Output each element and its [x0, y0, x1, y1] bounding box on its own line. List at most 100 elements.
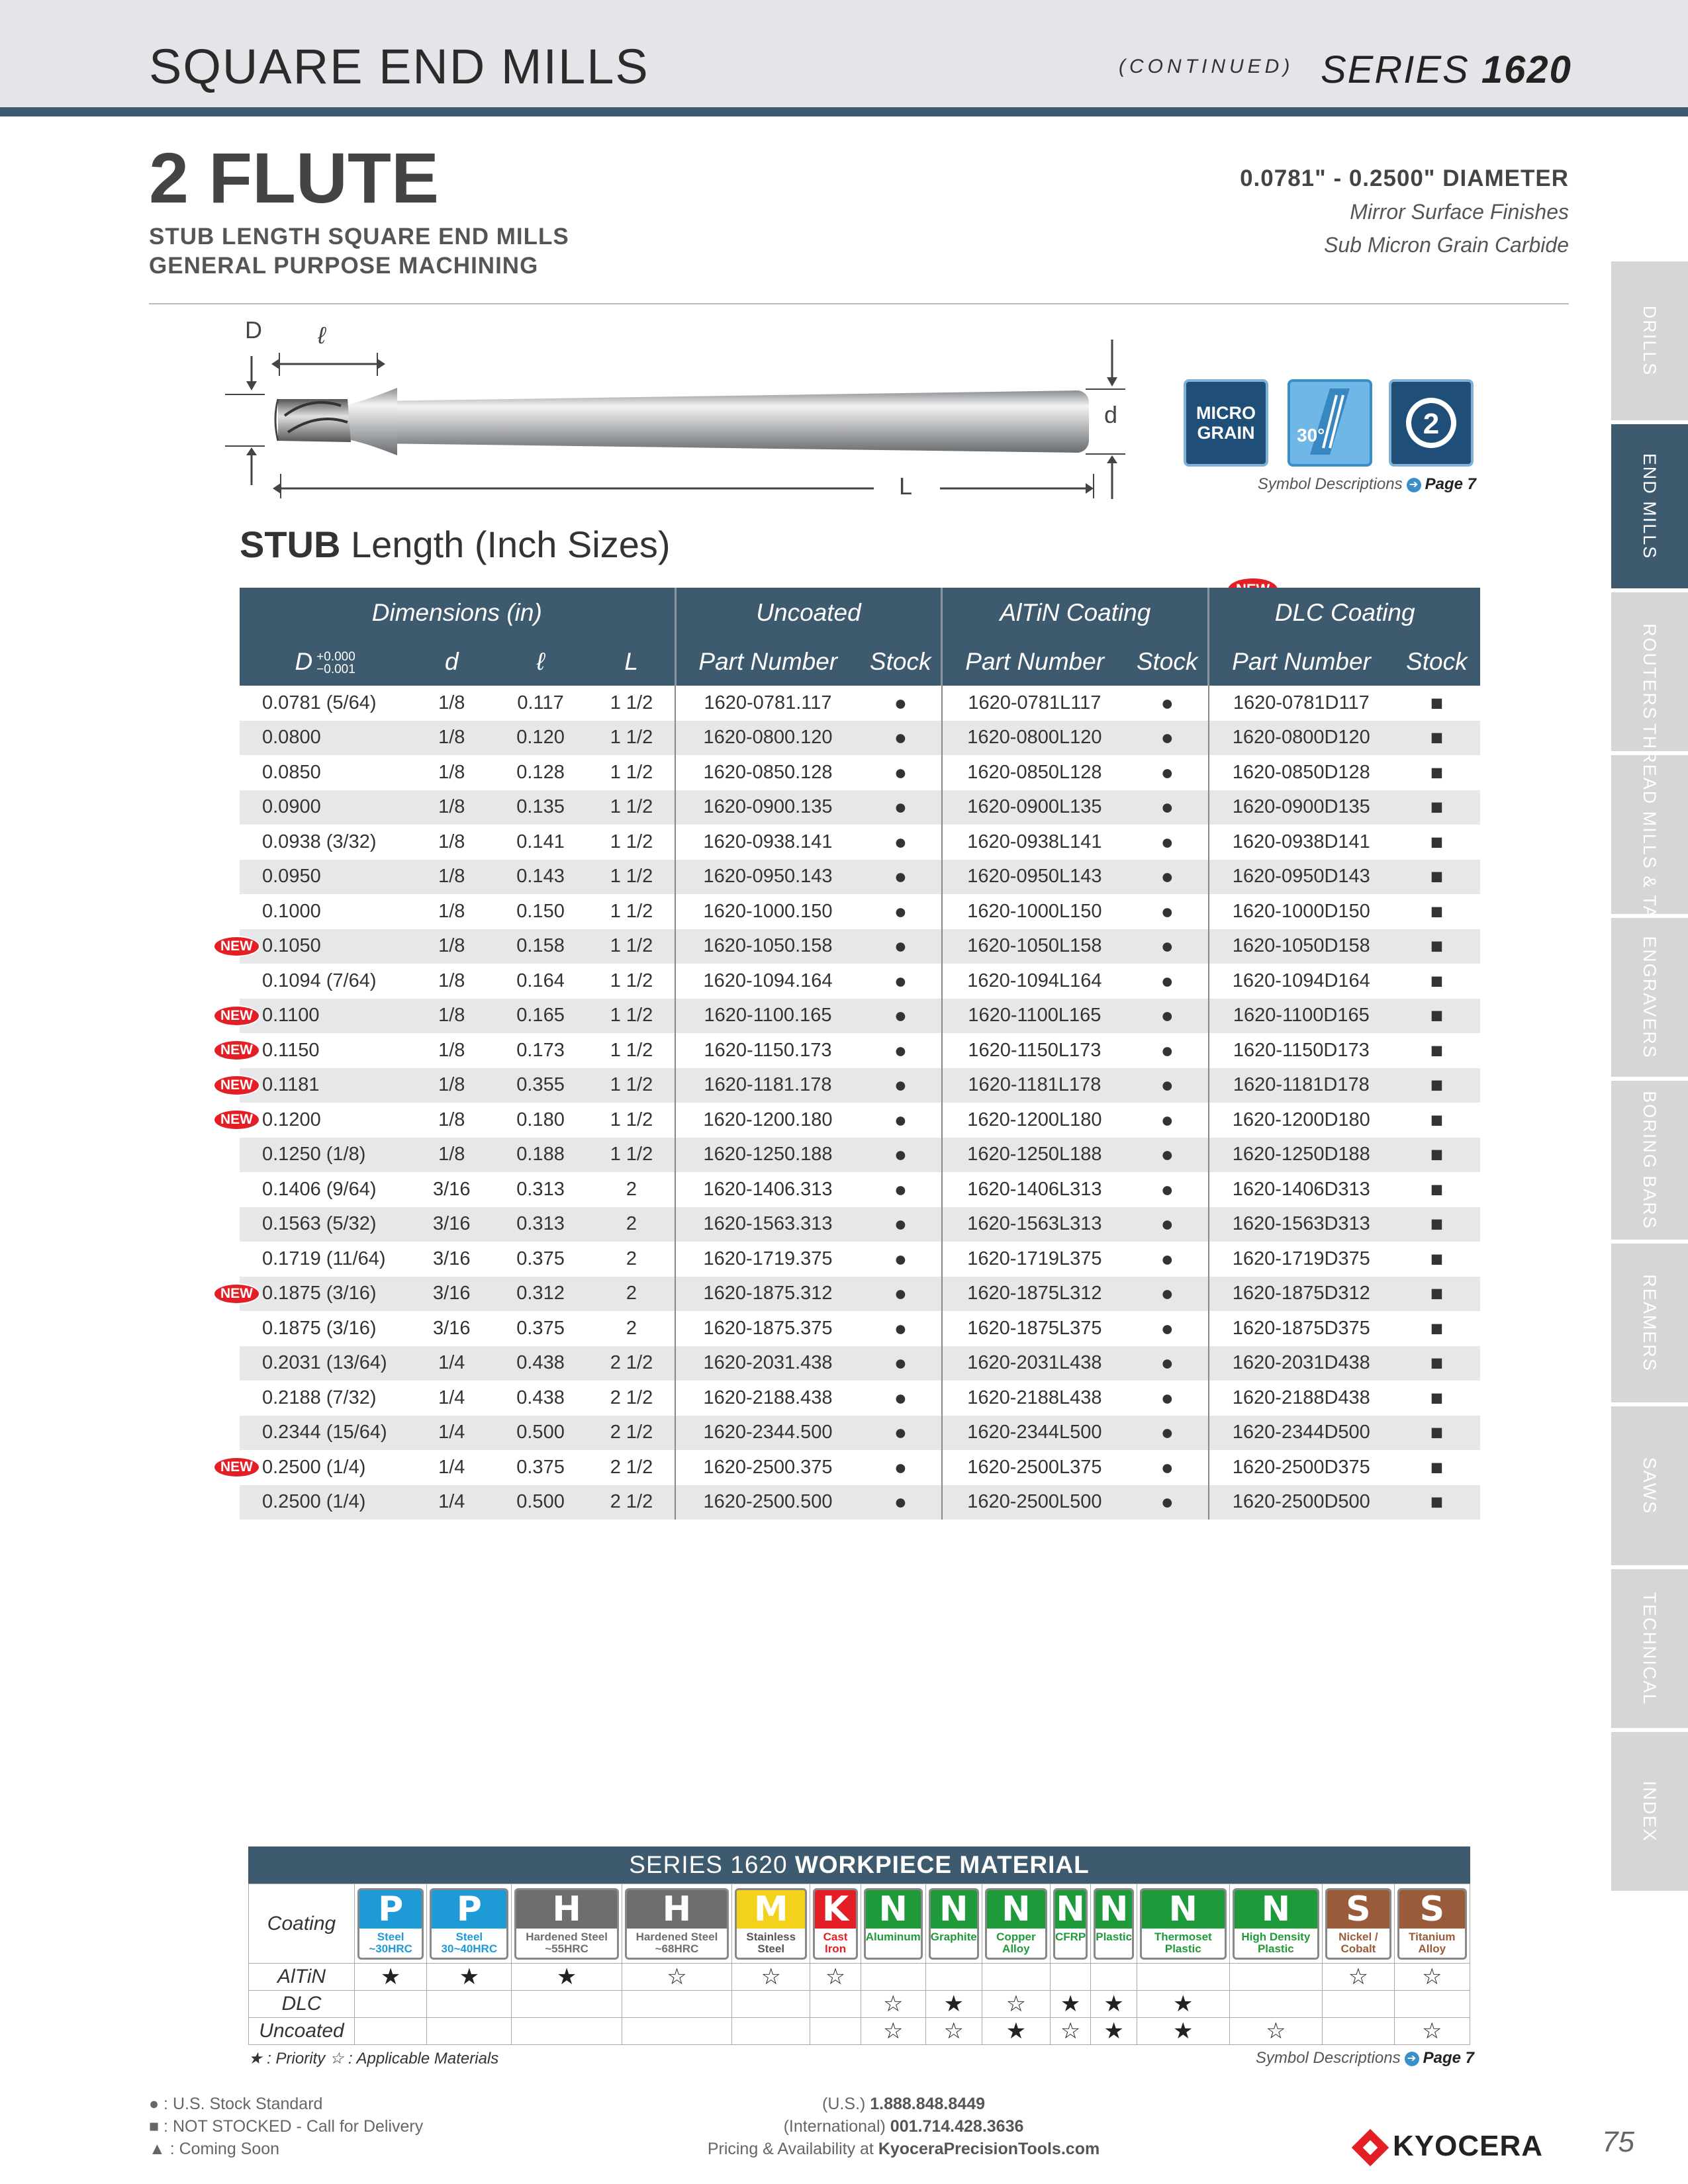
page-title: SQUARE END MILLS	[149, 39, 649, 94]
table-row: NEW 0.1200 1/8 0.180 1 1/2 1620-1200.180 ● 1620…	[213, 1103, 1480, 1138]
new-badge: NEW	[213, 1005, 260, 1026]
flute-length-cell: 0.158	[492, 929, 588, 964]
shank-diameter-cell: 3/16	[410, 1276, 493, 1311]
micro-grain-icon: MICRO GRAIN	[1184, 379, 1268, 467]
flute-length-cell: 0.375	[516, 1456, 565, 1478]
tolerance: +0.000 −0.001	[316, 650, 355, 677]
part-number-uncoated: 1620-2031.438	[675, 1345, 860, 1381]
rating-cell	[1393, 1990, 1471, 2018]
dimension-label-D: D	[245, 316, 262, 343]
material-badge: H Hardened Steel ~68HRC	[624, 1888, 729, 1960]
tab-thread-mills-taps[interactable]: THREAD MILLS & TAPS	[1611, 723, 1688, 946]
rating-cell	[731, 1990, 811, 2018]
coating-label: Coating	[248, 1884, 355, 1964]
table-row: NEW 0.1100 1/8 0.165 1 1/2 1620-1100.165 ● 1620…	[213, 998, 1480, 1033]
coating-name: AlTiN	[248, 1963, 355, 1991]
shank-diameter-cell: 1/8	[438, 900, 465, 922]
phone-international[interactable]: 001.714.428.3636	[890, 2117, 1024, 2136]
part-number-altin: 1620-1200L180	[941, 1103, 1127, 1138]
tab-index[interactable]: INDEX	[1611, 1732, 1688, 1891]
stock-dlc: ■	[1430, 1246, 1444, 1271]
overall-length-cell: 2	[588, 1206, 676, 1242]
part-number-altin: 1620-1181L178	[941, 1068, 1127, 1103]
part-number-dlc: 1620-1150D173	[1207, 1033, 1393, 1068]
end-mill-illustration	[225, 340, 1125, 499]
stock-uncoated: ●	[859, 1206, 942, 1242]
material-badge: N CFRP	[1053, 1888, 1088, 1960]
new-badge: NEW	[213, 1040, 260, 1061]
overall-length-cell: 1 1/2	[588, 1068, 676, 1103]
part-number-altin: 1620-0800L120	[941, 720, 1127, 755]
part-number-altin: 1620-2188L438	[941, 1381, 1127, 1416]
material-name: Cast Iron	[823, 1930, 848, 1955]
tab-drills[interactable]: DRILLS	[1611, 261, 1688, 420]
shank-diameter-cell: 1/8	[410, 998, 493, 1033]
symbol-descriptions-link[interactable]: Symbol Descriptions ➔ Page 7	[1256, 2049, 1474, 2068]
stock-altin: ●	[1126, 720, 1209, 755]
symbol-descriptions-link[interactable]: Symbol Descriptions ➔ Page 7	[1258, 475, 1476, 494]
material-letter: N	[986, 1889, 1045, 1929]
material-badge: M Stainless Steel	[735, 1888, 808, 1960]
table-row: 0.2031 (13/64) 1/4 0.438 2 1/2 1620-2031.438…	[240, 1345, 1480, 1381]
stock-altin: ●	[1160, 899, 1174, 923]
shank-diameter-cell: 1/8	[438, 1039, 465, 1061]
flute-length-cell: 0.165	[492, 998, 588, 1033]
overall-length-cell: 1 1/2	[610, 692, 653, 713]
part-number-altin: 1620-2344L500	[941, 1415, 1127, 1450]
rating-cell: ★	[1049, 1990, 1092, 2018]
tab-technical[interactable]: TECHNICAL	[1611, 1569, 1688, 1728]
tab-reamers[interactable]: REAMERS	[1611, 1244, 1688, 1402]
tab-end-mills[interactable]: END MILLS	[1611, 424, 1688, 588]
group-header-uncoated: Uncoated	[674, 588, 942, 638]
overall-length-cell: 2 1/2	[588, 1484, 676, 1520]
part-number-altin: 1620-0900L135	[941, 790, 1127, 825]
rating-cell: ☆	[621, 1963, 733, 1991]
part-number-dlc: 1620-2500D500	[1207, 1484, 1393, 1520]
material-letter: N	[930, 1889, 977, 1929]
part-number-uncoated: 1620-2500.500	[675, 1484, 860, 1520]
material-badge: S Titanium Alloy	[1397, 1888, 1467, 1960]
stock-altin: ●	[1160, 1107, 1174, 1132]
table-row: NEW 0.2500 (1/4) 1/4 0.375 2 1/2 1620-2500.37…	[213, 1450, 1480, 1485]
table-row: NEW 0.1150 1/8 0.173 1 1/2 1620-1150.173 ● 1620…	[213, 1033, 1480, 1068]
tab-saws[interactable]: SAWS	[1611, 1406, 1688, 1565]
part-number-uncoated: 1620-1050.158	[675, 929, 860, 964]
part-number-dlc: 1620-0781D117	[1207, 686, 1393, 721]
material-badge: N Thermoset Plastic	[1140, 1888, 1227, 1960]
phone-us[interactable]: 1.888.848.8449	[870, 2095, 985, 2113]
flute-length-cell: 0.135	[492, 790, 588, 825]
part-number-dlc: 1620-1181D178	[1207, 1068, 1393, 1103]
overall-length-cell: 2	[626, 1248, 637, 1269]
series-number: 1620	[1481, 48, 1572, 91]
header-divider	[0, 107, 1688, 116]
website-link[interactable]: KyoceraPrecisionTools.com	[878, 2140, 1100, 2158]
part-number-dlc: 1620-1050D158	[1207, 929, 1393, 964]
flute-length-cell: 0.150	[516, 900, 565, 922]
product-subtitle: STUB LENGTH SQUARE END MILLS	[149, 224, 569, 250]
material-name: Hardened Steel ~55HRC	[526, 1930, 608, 1955]
diameter-cell: 0.2188 (7/32)	[262, 1387, 377, 1408]
legend-stock-standard: ● : U.S. Stock Standard	[149, 2095, 323, 2113]
tab-boring-bars[interactable]: BORING BARS	[1611, 1081, 1688, 1240]
stock-uncoated: ●	[859, 790, 942, 825]
part-number-dlc: 1620-1094D164	[1207, 964, 1393, 999]
series-prefix: SERIES	[1321, 48, 1470, 91]
diameter-cell: 0.0800	[240, 720, 411, 755]
flute-length-cell: 0.164	[516, 970, 565, 991]
overall-length-cell: 1 1/2	[588, 929, 676, 964]
material-name: Aluminum	[865, 1930, 921, 1943]
rating-cell	[426, 2017, 512, 2045]
stock-dlc: ■	[1393, 1068, 1480, 1103]
overall-length-cell: 1 1/2	[588, 1137, 676, 1172]
rating-cell	[511, 2017, 622, 2045]
tab-engravers[interactable]: ENGRAVERS	[1611, 918, 1688, 1077]
section-tabs: DRILLS END MILLS ROUTERS THREAD MILLS & …	[1611, 261, 1688, 1895]
material-letter: K	[815, 1889, 856, 1929]
material-letter: P	[432, 1889, 507, 1929]
part-number-altin: 1620-2500L500	[941, 1484, 1127, 1520]
material-badge: N Graphite	[928, 1888, 979, 1960]
rating-cell	[426, 1990, 512, 2018]
shank-diameter-cell: 3/16	[433, 1317, 471, 1339]
table-row: 0.0900 1/8 0.135 1 1/2 1620-0900.135 ● 1620-09…	[240, 790, 1480, 825]
stock-dlc: ■	[1393, 929, 1480, 964]
